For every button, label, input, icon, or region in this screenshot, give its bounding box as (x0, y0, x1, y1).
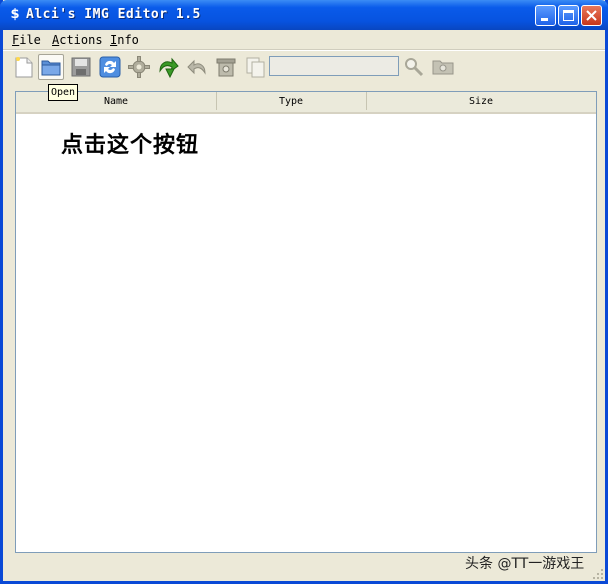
column-header-size[interactable]: Size (366, 92, 596, 110)
toolbar (3, 50, 605, 83)
window-title: Alci's IMG Editor 1.5 (26, 7, 201, 22)
search-input[interactable] (269, 56, 399, 76)
save-icon (71, 57, 91, 77)
refresh-button[interactable] (98, 55, 122, 79)
resize-grip-icon[interactable] (592, 568, 604, 580)
refresh-icon (99, 56, 121, 78)
find-folder-icon (432, 60, 454, 75)
open-button[interactable] (38, 54, 64, 80)
watermark-text: 头条 @TT一游戏王 (465, 556, 585, 572)
app-window: $ Alci's IMG Editor 1.5 File Actions Inf… (0, 0, 608, 584)
file-list[interactable]: Name Type Size (15, 91, 597, 553)
minimize-button[interactable] (535, 5, 556, 26)
menu-info[interactable]: Info (110, 33, 139, 47)
column-headers: Name Type Size (16, 92, 596, 114)
delete-button[interactable] (214, 55, 238, 79)
save-button[interactable] (69, 55, 93, 79)
column-header-type[interactable]: Type (216, 92, 367, 110)
import-arrow-icon (159, 57, 179, 79)
close-button[interactable] (581, 5, 602, 26)
menu-file[interactable]: File (12, 33, 41, 47)
app-dollar-icon: $ (10, 7, 20, 22)
copy-button[interactable] (244, 55, 268, 79)
find-image-button[interactable] (431, 55, 455, 79)
delete-bin-icon (216, 58, 236, 77)
search-magnifier-icon (405, 58, 424, 77)
maximize-icon (563, 10, 574, 21)
export-button[interactable] (185, 55, 209, 79)
maximize-button[interactable] (558, 5, 579, 26)
open-tooltip: Open (48, 84, 79, 101)
import-button[interactable] (156, 55, 180, 79)
close-icon (586, 10, 597, 21)
settings-button[interactable] (127, 55, 151, 79)
menu-actions[interactable]: Actions (52, 33, 103, 47)
copy-icon (246, 57, 265, 78)
column-header-name[interactable]: Name (16, 92, 217, 110)
export-arrow-icon (187, 59, 206, 75)
menu-bar: File Actions Info (3, 30, 605, 50)
new-file-button[interactable] (12, 55, 36, 79)
instruction-caption: 点击这个按钮 (61, 132, 200, 158)
open-folder-icon (41, 60, 61, 76)
settings-gear-icon (128, 56, 150, 78)
minimize-icon (541, 18, 548, 21)
search-button[interactable] (402, 55, 426, 79)
title-bar[interactable]: $ Alci's IMG Editor 1.5 (0, 0, 608, 30)
new-file-icon (15, 57, 33, 78)
